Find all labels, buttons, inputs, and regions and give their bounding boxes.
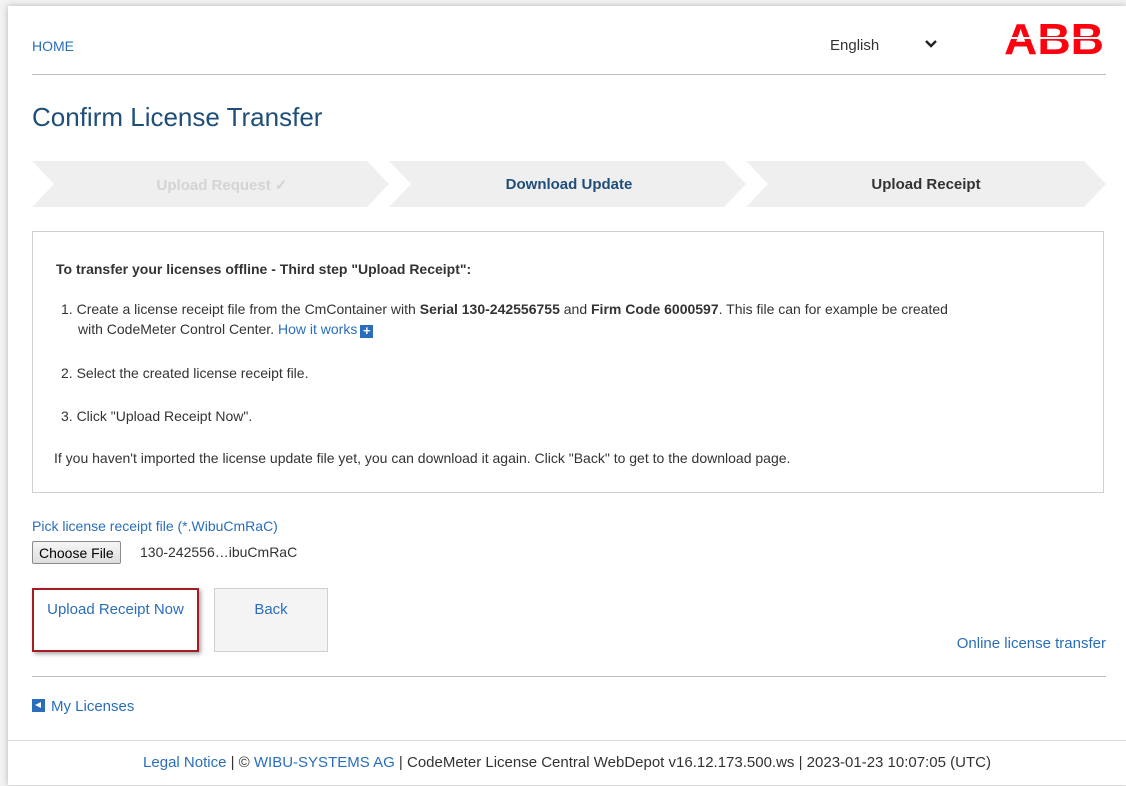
instructions-heading: To transfer your licenses offline - Thir…: [56, 261, 472, 277]
step-1-text-a: Create a license receipt file from the C…: [76, 301, 420, 317]
page-title: Confirm License Transfer: [32, 102, 323, 132]
step-1-number: 1.: [61, 301, 73, 317]
step-upload-receipt: Upload Receipt: [871, 176, 981, 193]
divider: [32, 676, 1106, 677]
step-1-text-d: with CodeMeter Control Center.: [78, 321, 278, 337]
plus-icon[interactable]: +: [360, 324, 374, 338]
my-licenses-link[interactable]: My Licenses: [32, 698, 134, 715]
pick-file-label: Pick license receipt file (*.WibuCmRaC): [32, 518, 278, 534]
firm-code-value: Firm Code 6000597: [591, 301, 719, 317]
instructions-note: If you haven't imported the license upda…: [54, 450, 791, 466]
upload-receipt-now-button[interactable]: Upload Receipt Now: [32, 588, 199, 652]
footer-separator: | ©: [226, 754, 254, 771]
instruction-step-3: 3. Click "Upload Receipt Now".: [61, 408, 253, 424]
selected-file-name: 130-242556…ibuCmRaC: [140, 544, 298, 560]
instruction-step-2: 2. Select the created license receipt fi…: [61, 365, 309, 381]
legal-notice-link[interactable]: Legal Notice: [143, 754, 226, 771]
arrow-left-icon: [32, 699, 45, 712]
choose-file-button[interactable]: Choose File: [32, 541, 121, 564]
step-download-update: Download Update: [505, 176, 633, 193]
language-selector[interactable]: English: [830, 37, 879, 54]
home-link[interactable]: HOME: [32, 38, 74, 54]
my-licenses-label: My Licenses: [51, 698, 135, 715]
step-1-text-b: and: [559, 301, 591, 317]
footer: Legal Notice | © WIBU-SYSTEMS AG | CodeM…: [8, 740, 1126, 786]
chevron-down-icon[interactable]: [924, 39, 938, 49]
how-it-works-link[interactable]: How it works: [278, 321, 357, 337]
step-1-text-c: . This file can for example be created: [718, 301, 948, 317]
progress-steps: Upload Request ✓ Download Update Upload …: [32, 161, 1106, 207]
top-bar: HOME English ABB: [32, 6, 1106, 75]
step-upload-request: Upload Request ✓: [156, 177, 288, 194]
footer-version-info: | CodeMeter License Central WebDepot v16…: [394, 754, 991, 771]
online-license-transfer-link[interactable]: Online license transfer: [957, 635, 1106, 652]
wibu-systems-link[interactable]: WIBU-SYSTEMS AG: [254, 754, 395, 771]
instructions-box: To transfer your licenses offline - Thir…: [32, 231, 1104, 493]
instruction-step-1: 1. Create a license receipt file from th…: [61, 299, 1081, 339]
abb-logo: ABB: [1004, 18, 1106, 58]
back-button[interactable]: Back: [214, 588, 328, 652]
page-card: HOME English ABB Confirm License Transfe…: [8, 6, 1126, 785]
serial-value: Serial 130-242556755: [419, 301, 560, 317]
